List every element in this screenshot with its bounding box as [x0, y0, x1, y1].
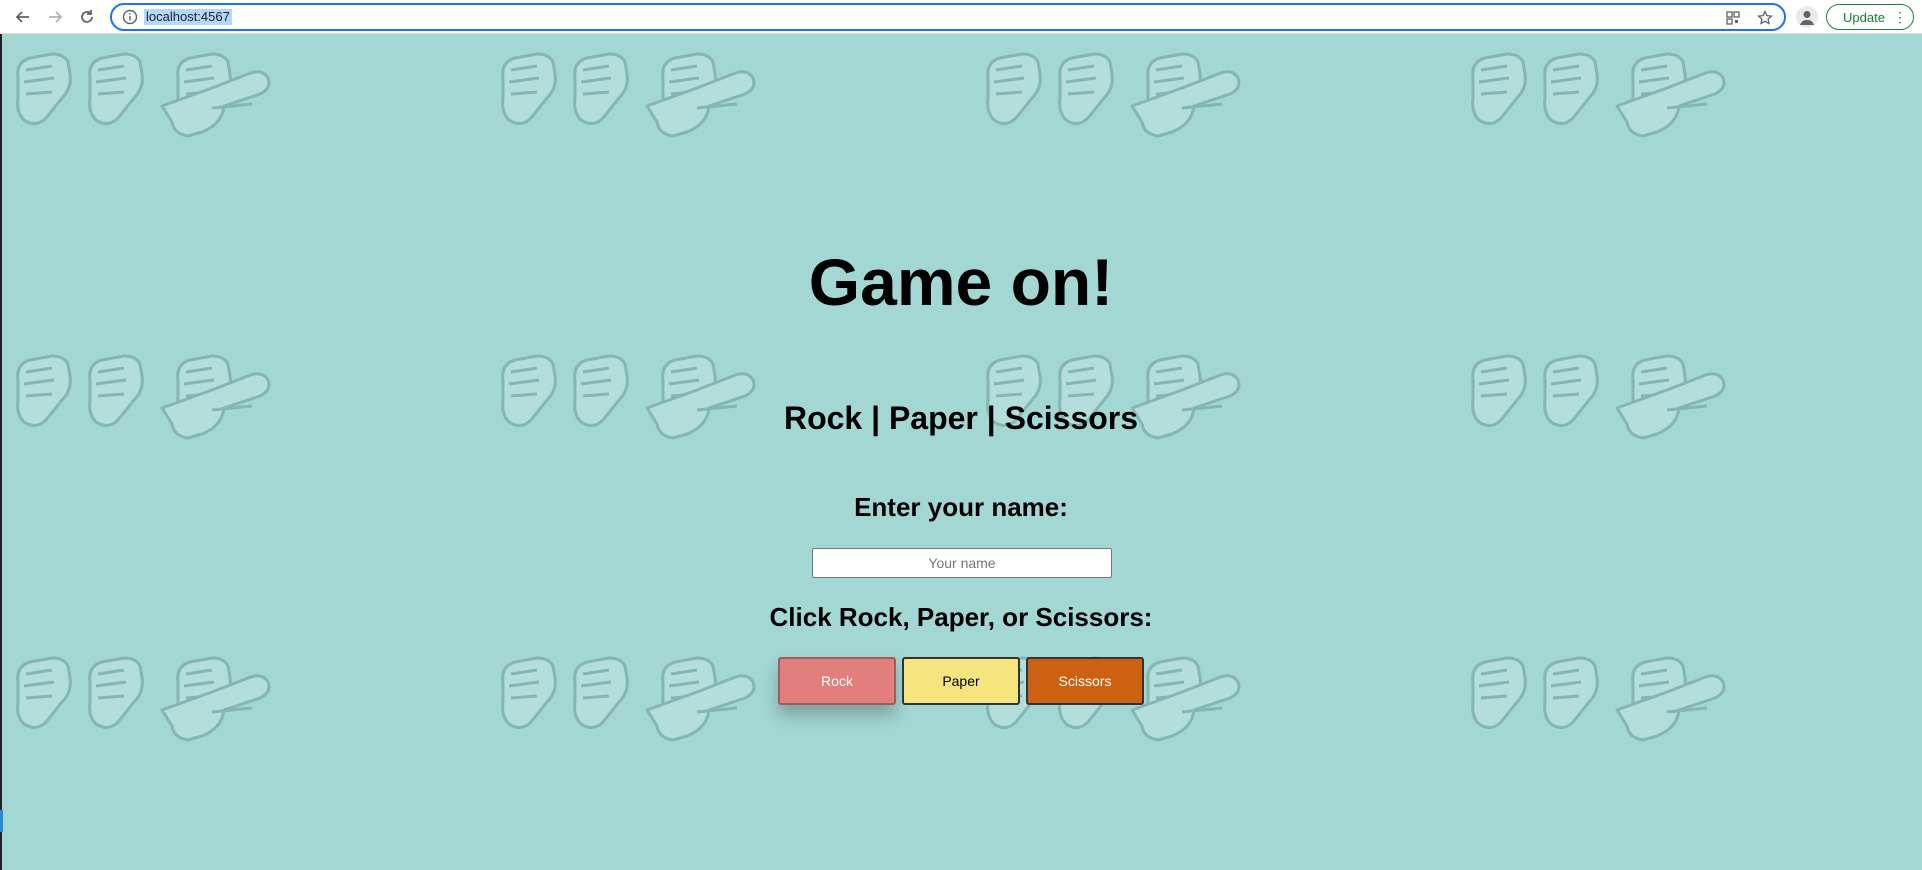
hand-pattern-icon: [12, 48, 304, 140]
scissors-button[interactable]: Scissors: [1026, 657, 1144, 705]
rock-button[interactable]: Rock: [778, 657, 896, 705]
name-input[interactable]: [812, 548, 1112, 578]
back-arrow-icon[interactable]: [11, 6, 35, 28]
hand-pattern-icon: [497, 652, 789, 744]
hand-pattern-icon: [497, 48, 789, 140]
address-bar[interactable]: localhost:4567: [110, 3, 1786, 31]
hand-pattern-icon: [982, 48, 1274, 140]
game-subtitle: Rock | Paper | Scissors: [783, 400, 1139, 436]
page-viewport: Game on! Rock | Paper | Scissors Enter y…: [0, 34, 1922, 870]
choice-prompt: Click Rock, Paper, or Scissors:: [769, 602, 1153, 632]
hand-pattern-icon: [1467, 48, 1759, 140]
hand-pattern-icon: [1467, 652, 1759, 744]
hand-pattern-icon: [12, 652, 304, 744]
forward-arrow-icon[interactable]: [43, 6, 67, 28]
bookmark-star-icon[interactable]: [1756, 9, 1774, 27]
page-title: Game on!: [808, 245, 1114, 319]
update-label: Update: [1843, 9, 1885, 25]
info-icon[interactable]: [122, 9, 138, 25]
more-menu-icon[interactable]: ⋮: [1893, 9, 1907, 25]
qr-code-icon[interactable]: [1724, 9, 1742, 27]
reload-icon[interactable]: [75, 6, 99, 28]
profile-icon[interactable]: [1796, 6, 1818, 28]
update-button[interactable]: Update ⋮: [1826, 4, 1914, 30]
window-left-accent: [0, 810, 3, 832]
paper-button[interactable]: Paper: [902, 657, 1020, 705]
url-text[interactable]: localhost:4567: [144, 9, 232, 25]
window-left-edge: [0, 34, 2, 870]
browser-toolbar: localhost:4567 Update ⋮: [0, 0, 1922, 34]
name-prompt: Enter your name:: [854, 492, 1068, 522]
